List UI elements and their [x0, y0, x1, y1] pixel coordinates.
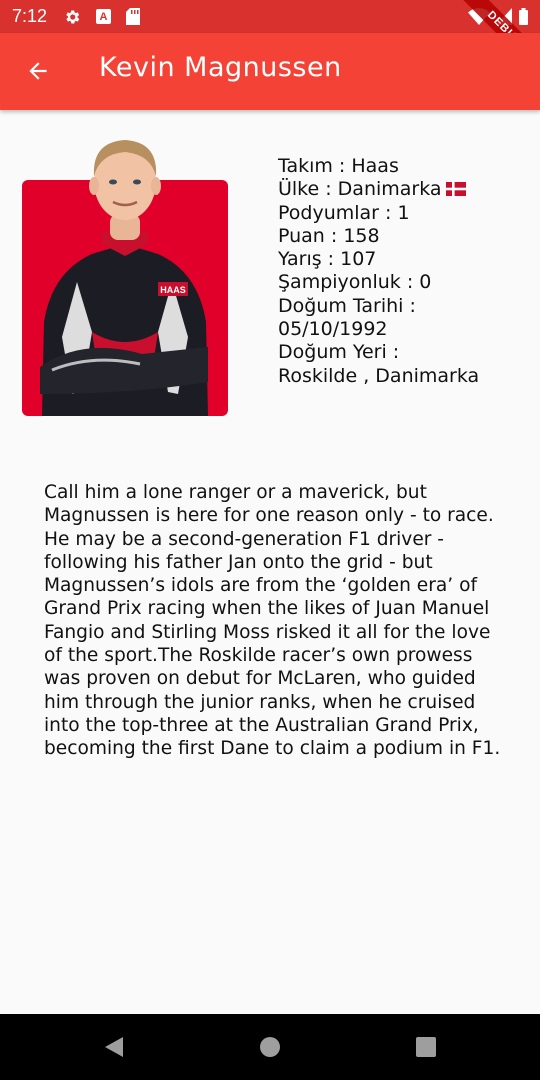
- recents-square-icon[interactable]: [413, 1034, 439, 1060]
- sd-card-icon: [126, 8, 140, 25]
- wifi-icon: [468, 8, 490, 25]
- a-icon: A: [96, 9, 111, 24]
- denmark-flag-icon: [445, 179, 466, 197]
- driver-info: Takım : Haas Ülke : Danimarka Podyumlar …: [278, 155, 528, 388]
- page-title: Kevin Magnussen: [99, 52, 342, 83]
- driver-portrait-icon: HAAS: [40, 140, 208, 416]
- points-label: Puan : 158: [278, 224, 380, 247]
- arrow-left-icon: [29, 62, 47, 80]
- back-triangle-icon[interactable]: [101, 1034, 127, 1060]
- driver-bio: Call him a lone ranger or a maverick, bu…: [44, 482, 501, 760]
- team-label: Takım : Haas: [278, 155, 399, 177]
- app-bar: Kevin Magnussen: [0, 33, 540, 110]
- back-button[interactable]: [14, 47, 62, 95]
- battery-icon: [519, 8, 528, 25]
- races-label: Yarış : 107: [278, 248, 377, 271]
- birth-place-label: Doğum Yeri :: [278, 341, 400, 364]
- birth-date-label: Doğum Tarihi :: [278, 294, 416, 317]
- home-circle-icon[interactable]: [257, 1034, 283, 1060]
- championships-label: Şampiyonluk : 0: [278, 271, 432, 294]
- birth-date-value: 05/10/1992: [278, 318, 388, 341]
- status-time: 7:12: [12, 6, 48, 26]
- status-bar: 7:12 A: [0, 0, 540, 33]
- podiums-label: Podyumlar : 1: [278, 201, 410, 224]
- country-row: Ülke : Danimarka: [278, 178, 528, 201]
- gear-icon: [63, 8, 81, 25]
- birth-place-value: Roskilde , Danimarka: [278, 364, 480, 387]
- suit-logo: HAAS: [160, 285, 186, 295]
- signal-icon: [496, 8, 512, 25]
- country-label: Ülke : Danimarka: [278, 178, 442, 201]
- driver-photo: HAAS: [22, 132, 228, 416]
- system-nav-bar: [0, 1014, 540, 1080]
